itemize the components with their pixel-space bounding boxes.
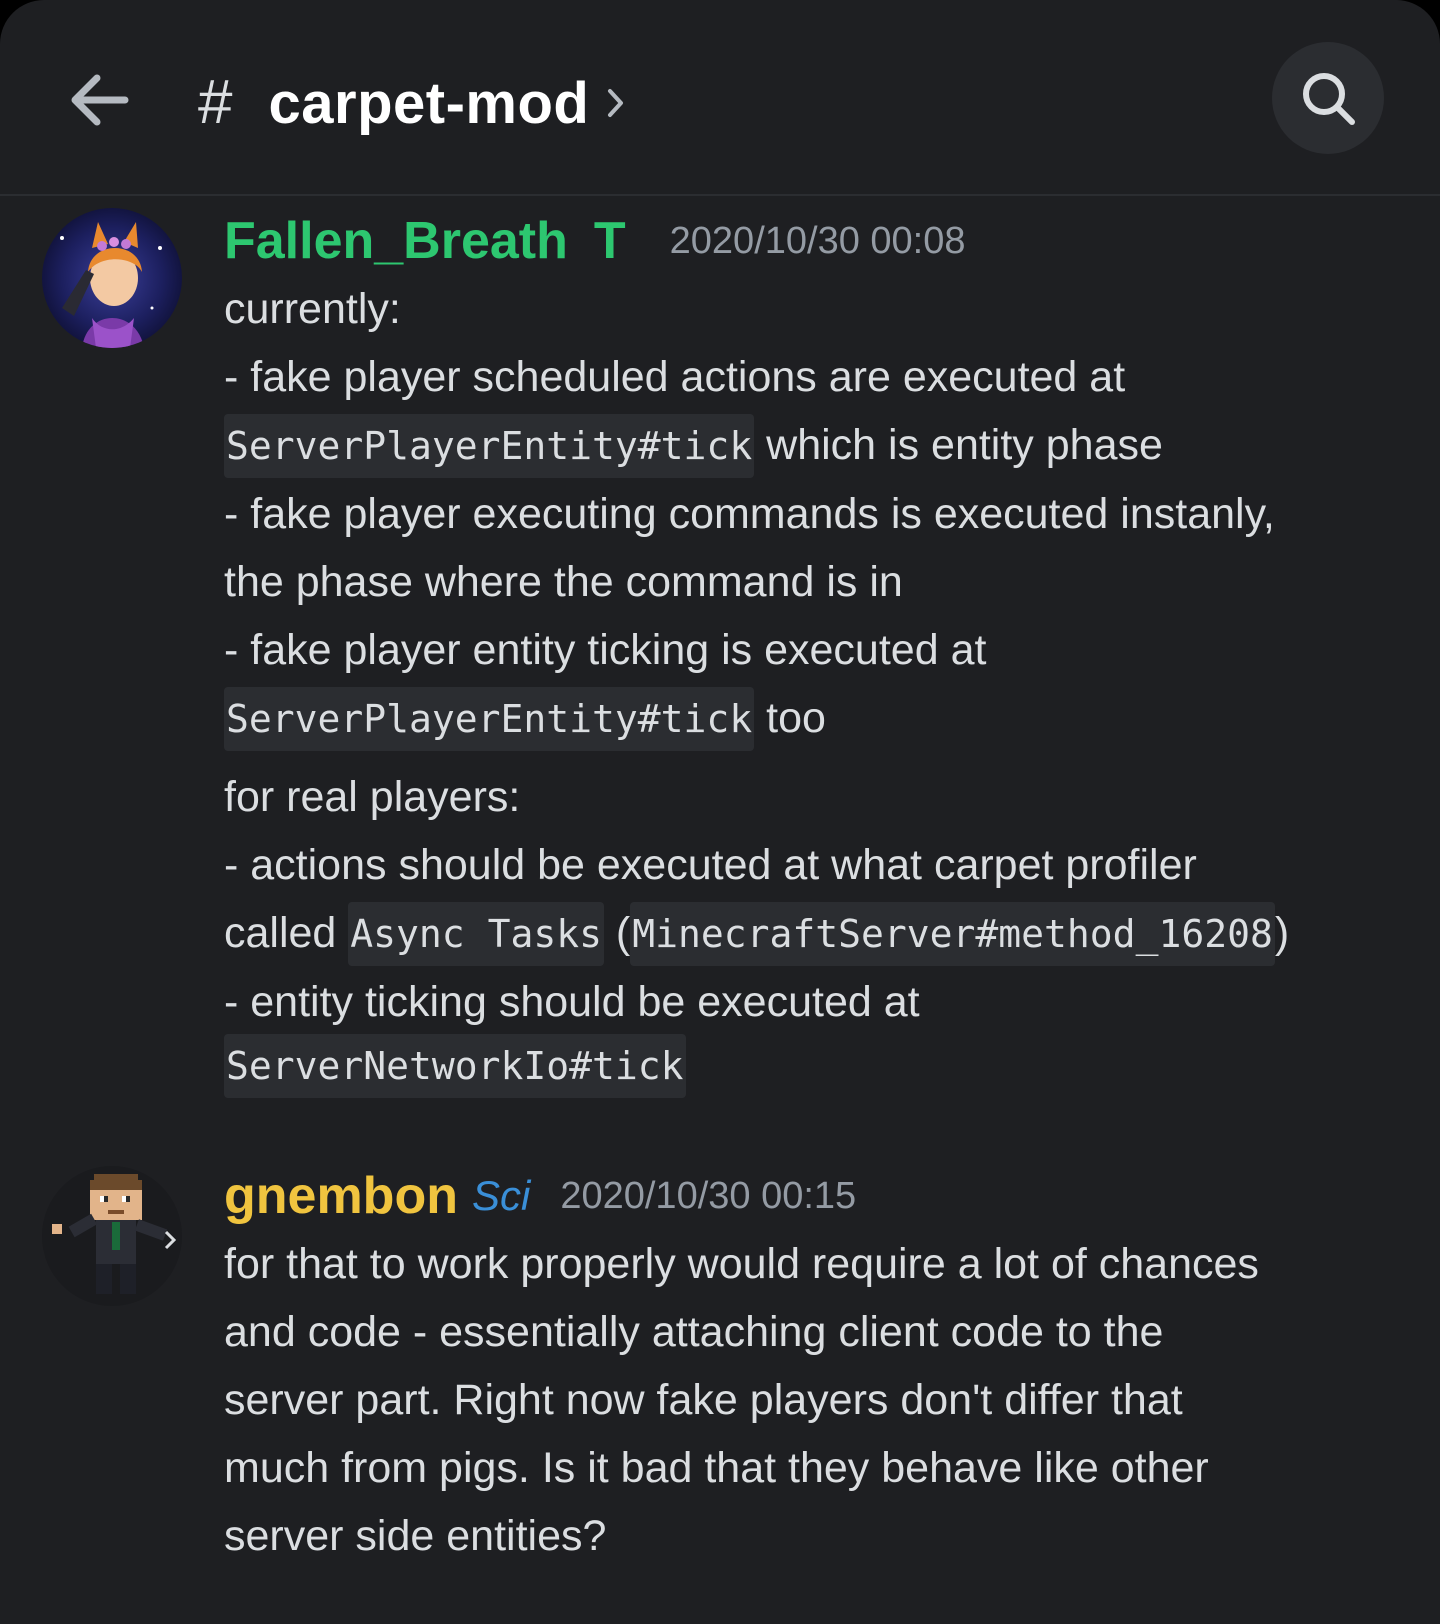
search-icon [1303,73,1355,125]
search-button[interactable] [1272,42,1384,154]
channel-title-button[interactable]: # carpet-mod [198,58,627,148]
inline-code: ServerPlayerEntity#tick [224,687,755,751]
discord-channel-view: # carpet-mod Fallen_Breath T 2020/10/30 … [0,0,1440,1624]
message-line: and code - essentially attaching client … [224,1308,1164,1356]
chevron-right-icon [605,85,627,121]
server-tag[interactable]: T [594,211,626,271]
message-line: the phase where the command is in [224,558,903,606]
message-line: ServerPlayerEntity#tick too [224,684,1424,753]
channel-hash-icon: # [198,68,233,137]
message-line: server side entities? [224,1512,607,1560]
message-line: - fake player entity ticking is executed… [224,626,987,674]
message-line: - fake player scheduled actions are exec… [224,353,1126,401]
back-button[interactable] [60,60,140,140]
channel-header: # carpet-mod [0,0,1440,196]
author-name[interactable]: gnembon [224,1166,458,1226]
inline-code: ServerPlayerEntity#tick [224,414,755,478]
timestamp: 2020/10/30 00:15 [560,1174,857,1217]
message-line: much from pigs. Is it bad that they beha… [224,1444,1209,1492]
message-line: for that to work properly would require … [224,1240,1259,1288]
message-line: - entity ticking should be executed at [224,978,920,1026]
message-line: currently: [224,285,401,333]
inline-code: ServerNetworkIo#tick [224,1034,686,1098]
author-name[interactable]: Fallen_Breath [224,211,568,271]
server-tag[interactable]: Sci [472,1172,530,1220]
message-content: currently: - fake player scheduled actio… [224,275,1424,1098]
message-line: called Async Tasks (MinecraftServer#meth… [224,899,1424,968]
inline-code: Async Tasks [348,902,604,966]
inline-code: MinecraftServer#method_16208 [630,902,1275,966]
message-content: for that to work properly would require … [224,1230,1424,1570]
arrow-left-icon [71,74,129,126]
message-header: Fallen_Breath T 2020/10/30 00:08 [224,205,966,277]
message-line: for real players: [224,773,521,821]
avatar[interactable] [42,208,182,348]
message-line: ServerPlayerEntity#tick which is entity … [224,411,1424,480]
message-line: - fake player executing commands is exec… [224,490,1275,538]
avatar[interactable] [42,1166,182,1306]
message-line: ServerNetworkIo#tick [224,1034,1424,1098]
channel-name: carpet-mod [268,70,590,136]
message-header: gnembon Sci 2020/10/30 00:15 [224,1160,856,1232]
message-line: - actions should be executed at what car… [224,841,1197,889]
timestamp: 2020/10/30 00:08 [669,219,966,262]
message-line: server part. Right now fake players don'… [224,1376,1183,1424]
